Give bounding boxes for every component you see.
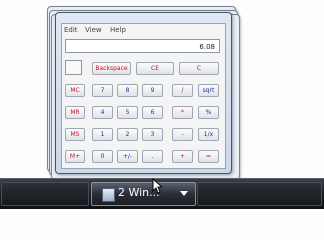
ms-button[interactable]: MS (65, 128, 85, 141)
taskbar-button-left[interactable] (1, 182, 89, 206)
digit-3-button[interactable]: 3 (142, 128, 163, 141)
mouse-cursor-icon (152, 178, 162, 194)
sign-toggle-button[interactable]: +/- (117, 150, 138, 163)
menu-view[interactable]: View (85, 26, 102, 34)
menu-help[interactable]: Help (110, 26, 126, 34)
digit-8-button[interactable]: 8 (117, 84, 138, 97)
calculator-window-preview[interactable]: Edit View Help 6.08 Backspace CE C MC MR… (55, 12, 232, 174)
backspace-button[interactable]: Backspace (92, 62, 131, 75)
sqrt-button[interactable]: sqrt (198, 84, 219, 97)
menu-edit[interactable]: Edit (64, 26, 78, 34)
m-plus-button[interactable]: M+ (65, 150, 85, 163)
digit-9-button[interactable]: 9 (142, 84, 163, 97)
digit-0-button[interactable]: 0 (92, 150, 113, 163)
percent-button[interactable]: % (198, 106, 219, 119)
divide-button[interactable]: / (172, 84, 193, 97)
taskbar: 2 Win... (0, 178, 324, 209)
add-button[interactable]: + (172, 150, 193, 163)
calculator-icon (102, 188, 115, 202)
subtract-button[interactable]: - (172, 128, 193, 141)
taskbar-group-button[interactable]: 2 Win... (91, 182, 196, 206)
mr-button[interactable]: MR (65, 106, 85, 119)
digit-4-button[interactable]: 4 (92, 106, 113, 119)
memory-indicator (65, 60, 82, 75)
menu-bar: Edit View Help (62, 24, 225, 36)
reciprocal-button[interactable]: 1/x (198, 128, 219, 141)
c-button[interactable]: C (179, 62, 219, 75)
calculator-client-area: Edit View Help 6.08 Backspace CE C MC MR… (61, 23, 226, 169)
chevron-down-icon[interactable] (180, 191, 188, 196)
digit-6-button[interactable]: 6 (142, 106, 163, 119)
multiply-button[interactable]: * (172, 106, 193, 119)
digit-1-button[interactable]: 1 (92, 128, 113, 141)
digit-2-button[interactable]: 2 (117, 128, 138, 141)
equals-button[interactable]: = (198, 150, 219, 163)
decimal-button[interactable]: . (142, 150, 163, 163)
mc-button[interactable]: MC (65, 84, 85, 97)
ce-button[interactable]: CE (136, 62, 174, 75)
digit-5-button[interactable]: 5 (117, 106, 138, 119)
calculator-display: 6.08 (65, 39, 220, 53)
taskbar-button-right[interactable] (197, 182, 322, 206)
digit-7-button[interactable]: 7 (92, 84, 113, 97)
